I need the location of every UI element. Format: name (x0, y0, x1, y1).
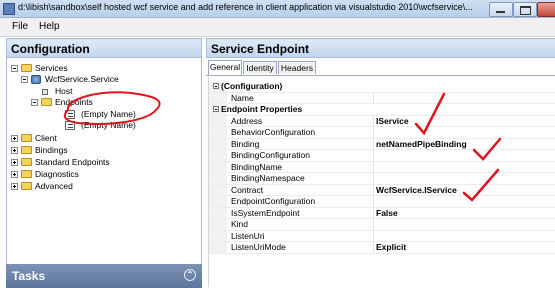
tasks-panel-header[interactable]: Tasks ⌃ (6, 264, 202, 288)
property-row-binding-configuration[interactable]: BindingConfiguration (209, 150, 555, 162)
binding-value[interactable]: netNamedPipeBinding (376, 139, 467, 150)
folder-icon (21, 182, 32, 190)
maximize-button[interactable] (513, 2, 537, 17)
contract-value[interactable]: WcfService.IService (376, 185, 457, 196)
collapse-icon[interactable] (11, 65, 18, 72)
tree-label-host: Host (55, 86, 73, 96)
tree-label-bindings: Bindings (35, 145, 68, 155)
configuration-tree: Services WcfService.Service Host Endpoin… (6, 58, 202, 272)
property-row-kind[interactable]: Kind (209, 219, 555, 231)
tasks-label: Tasks (12, 269, 46, 283)
category-configuration[interactable]: (Configuration) (209, 81, 555, 93)
host-icon (42, 89, 48, 95)
property-row-name[interactable]: Name (209, 92, 555, 104)
minimize-button[interactable] (489, 2, 513, 17)
service-endpoint-pane: Service Endpoint General Identity Header… (206, 38, 555, 288)
category-endpoint-properties[interactable]: Endpoint Properties (209, 104, 555, 116)
tree-label-endpoint-1: (Empty Name) (81, 109, 136, 119)
folder-icon (21, 170, 32, 178)
is-system-endpoint-value[interactable]: False (376, 208, 398, 219)
tree-label-standard-endpoints: Standard Endpoints (35, 157, 110, 167)
service-endpoint-header: Service Endpoint (206, 38, 555, 58)
tab-general[interactable]: General (208, 60, 242, 75)
property-row-behavior-configuration[interactable]: BehaviorConfiguration (209, 127, 555, 139)
menu-help[interactable]: Help (39, 21, 60, 32)
folder-icon (21, 134, 32, 142)
service-icon (31, 75, 41, 84)
close-button[interactable] (537, 2, 555, 17)
expand-icon[interactable] (11, 135, 18, 142)
tree-label-diagnostics: Diagnostics (35, 169, 79, 179)
tree-label-advanced: Advanced (35, 181, 73, 191)
collapse-icon[interactable] (31, 99, 38, 106)
tab-identity[interactable]: Identity (243, 61, 277, 74)
folder-icon (41, 98, 52, 106)
property-row-binding-name[interactable]: BindingName (209, 161, 555, 173)
tab-bar: General Identity Headers (206, 60, 555, 76)
tree-label-endpoints: Endpoints (55, 97, 93, 107)
property-row-endpoint-configuration[interactable]: EndpointConfiguration (209, 196, 555, 208)
property-row-binding[interactable]: Binding netNamedPipeBinding (209, 138, 555, 150)
property-row-binding-namespace[interactable]: BindingNamespace (209, 173, 555, 185)
address-value[interactable]: IService (376, 116, 409, 127)
window-titlebar: d:\libish\sandbox\self hosted wcf servic… (0, 0, 555, 18)
configuration-pane: Configuration Services WcfService.Servic… (6, 38, 202, 288)
folder-icon (21, 146, 32, 154)
app-icon (3, 3, 15, 15)
property-row-listen-uri[interactable]: ListenUri (209, 230, 555, 242)
listen-uri-mode-value[interactable]: Explicit (376, 242, 406, 253)
tree-label-services: Services (35, 63, 68, 73)
expand-icon[interactable] (11, 171, 18, 178)
collapse-icon[interactable] (213, 106, 219, 112)
property-row-is-system-endpoint[interactable]: IsSystemEndpoint False (209, 207, 555, 219)
property-row-listen-uri-mode[interactable]: ListenUriMode Explicit (209, 242, 555, 254)
collapse-icon[interactable] (213, 83, 219, 89)
tab-headers[interactable]: Headers (278, 61, 316, 74)
tree-label-endpoint-2: (Empty Name) (81, 120, 136, 130)
expand-icon[interactable] (11, 159, 18, 166)
property-row-contract[interactable]: Contract WcfService.IService (209, 184, 555, 196)
chevron-up-icon[interactable]: ⌃ (184, 269, 196, 281)
collapse-icon[interactable] (21, 76, 28, 83)
window-title: d:\libish\sandbox\self hosted wcf servic… (18, 2, 473, 12)
endpoint-icon (65, 121, 75, 130)
endpoint-icon (65, 110, 75, 119)
menu-file[interactable]: File (12, 21, 28, 32)
property-grid: (Configuration) Name Endpoint Properties… (208, 77, 555, 287)
tree-label-service: WcfService.Service (45, 74, 119, 84)
menu-bar: File Help (0, 18, 555, 37)
expand-icon[interactable] (11, 183, 18, 190)
configuration-header: Configuration (6, 38, 202, 58)
property-row-address[interactable]: Address IService (209, 115, 555, 127)
folder-icon (21, 64, 32, 72)
tree-label-client: Client (35, 133, 57, 143)
expand-icon[interactable] (11, 147, 18, 154)
folder-icon (21, 158, 32, 166)
